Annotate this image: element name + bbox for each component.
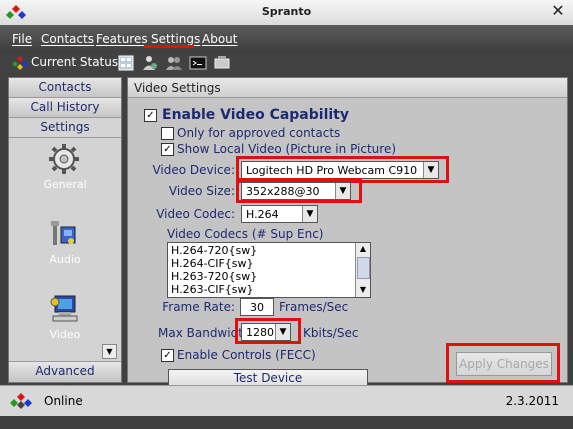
video-codec-label: Video Codec: — [156, 207, 235, 221]
scroll-down-icon[interactable]: ▼ — [356, 284, 370, 296]
video-monitor-icon[interactable] — [47, 292, 81, 326]
sidebar-tab-advanced-settings[interactable]: Advanced Settings — [9, 361, 121, 397]
chevron-down-icon: ▼ — [302, 206, 317, 222]
enable-controls-checkbox[interactable]: ✓ — [161, 349, 174, 362]
menu-highlight-underline — [144, 45, 194, 48]
menu-contacts[interactable]: Contacts — [41, 32, 94, 46]
sidebar: Contacts Call History Settings General A… — [8, 77, 122, 397]
section-audio-label[interactable]: Audio — [9, 253, 121, 266]
app-window: Spranto ✕ File Contacts Features Setting… — [0, 0, 573, 429]
title-bar: Spranto ✕ — [0, 0, 573, 26]
max-bandwidth-unit: Kbits/Sec — [303, 326, 359, 340]
sidebar-tab-settings[interactable]: Settings — [9, 118, 121, 138]
menu-bar: File Contacts Features Settings About — [0, 25, 573, 53]
audio-tools-icon[interactable] — [47, 217, 81, 251]
show-local-video-label: Show Local Video (Picture in Picture) — [177, 142, 397, 156]
menu-file[interactable]: File — [12, 32, 32, 46]
device-icon[interactable] — [213, 54, 231, 72]
video-codec-select[interactable]: H.264 ▼ — [241, 205, 318, 223]
sidebar-tab-call-history[interactable]: Call History — [9, 98, 121, 118]
highlight-box-bandwidth — [235, 318, 301, 344]
settings-sections-panel: General Audio Video ▼ — [9, 138, 121, 362]
list-item[interactable]: H.263-720{sw} — [171, 270, 257, 283]
video-codecs-listbox[interactable]: H.264-720{sw} H.264-CIF{sw} H.263-720{sw… — [167, 242, 371, 298]
menu-settings[interactable]: Settings — [151, 32, 200, 46]
enable-video-checkbox[interactable]: ✓ — [144, 109, 157, 122]
video-codec-value: H.264 — [246, 208, 279, 221]
enable-controls-label: Enable Controls (FECC) — [177, 348, 316, 362]
highlight-box-size — [236, 178, 362, 203]
sidebar-scroll-down-icon[interactable]: ▼ — [102, 344, 117, 359]
video-size-label: Video Size: — [168, 184, 235, 198]
frame-rate-input[interactable]: 30 — [240, 298, 274, 316]
approved-only-checkbox[interactable] — [161, 127, 174, 140]
window-title: Spranto — [261, 5, 312, 18]
list-item[interactable]: H.264-CIF{sw} — [171, 257, 254, 270]
list-item[interactable]: H.264-720{sw} — [171, 244, 257, 257]
frame-rate-unit: Frames/Sec — [279, 300, 349, 314]
current-status-label: Current Status — [31, 55, 119, 69]
user-add-icon[interactable] — [141, 54, 159, 72]
enable-video-label: Enable Video Capability — [162, 107, 349, 123]
scroll-up-icon[interactable]: ▲ — [356, 243, 370, 255]
online-status-label: Online — [44, 394, 83, 408]
list-item[interactable]: H.263-CIF{sw} — [171, 283, 254, 296]
panel-title: Video Settings — [128, 78, 567, 98]
close-icon[interactable]: ✕ — [551, 3, 565, 19]
approved-only-label: Only for approved contacts — [177, 126, 341, 140]
version-label: 2.3.2011 — [505, 394, 559, 408]
section-general-label[interactable]: General — [9, 178, 121, 191]
status-diamond-icon — [12, 56, 28, 70]
status-bar: Online 2.3.2011 — [0, 385, 573, 416]
online-status-icon — [10, 393, 32, 409]
highlight-box-apply — [446, 343, 560, 383]
codecs-scrollbar[interactable]: ▲ ▼ — [355, 243, 370, 297]
video-codecs-list-label: Video Codecs (# Sup Enc) — [167, 227, 324, 241]
current-status-dropdown[interactable]: Current Status ▾ — [31, 55, 128, 69]
terminal-icon[interactable] — [189, 54, 207, 72]
show-local-video-checkbox[interactable]: ✓ — [161, 143, 174, 156]
scroll-thumb[interactable] — [357, 257, 370, 279]
users-icon[interactable] — [165, 54, 183, 72]
frame-rate-label: Frame Rate: — [162, 300, 235, 314]
sidebar-tab-contacts[interactable]: Contacts — [9, 78, 121, 98]
menu-features[interactable]: Features — [96, 32, 148, 46]
gear-icon[interactable] — [47, 142, 81, 176]
section-video-label[interactable]: Video — [9, 328, 121, 341]
menu-about[interactable]: About — [202, 32, 237, 46]
video-device-label: Video Device: — [152, 163, 235, 177]
calculator-icon[interactable] — [117, 54, 135, 72]
